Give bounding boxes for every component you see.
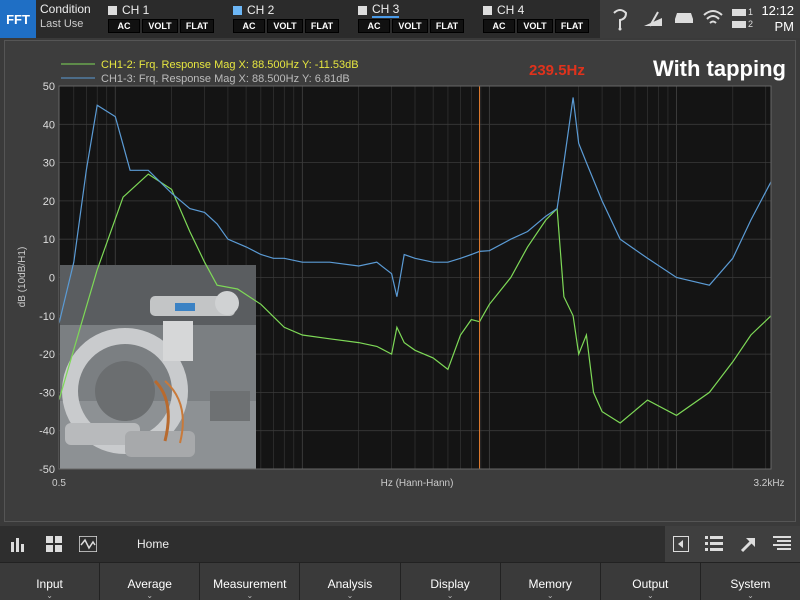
x-tick-max: 3.2kHz (753, 478, 784, 489)
marker-readout: 239.5Hz (529, 62, 585, 79)
menu-label: Display (430, 577, 470, 591)
y-tick-label: 30 (43, 158, 55, 170)
grid-icon[interactable] (46, 536, 62, 552)
condition-sub: Last Use (40, 18, 84, 30)
touch-icon[interactable] (610, 7, 630, 31)
drive-icon[interactable] (674, 11, 694, 25)
waveform-icon[interactable] (79, 536, 97, 552)
coupling-button[interactable]: AC (108, 19, 140, 33)
battery-icon: 1 2 (732, 6, 753, 30)
unit-button[interactable]: VOLT (142, 19, 178, 33)
battery-label-1: 1 (748, 7, 754, 17)
channel-checkbox[interactable] (233, 5, 242, 15)
frequency-response-chart[interactable]: 50 40 30 20 10 0 -10 -20 -30 -40 -50 CH1-2: Frq. R… (5, 41, 795, 521)
y-tick-label: -20 (39, 349, 55, 361)
filter-button[interactable]: FLAT (180, 19, 214, 33)
menu-label: System (730, 577, 771, 591)
condition-title: Condition (40, 2, 91, 16)
filter-button[interactable]: FLAT (305, 19, 339, 33)
channel-label: CH 3 (372, 2, 400, 18)
condition-selector[interactable]: Condition Last Use (40, 2, 102, 36)
channel-label: CH 2 (247, 3, 275, 17)
legend-entry-2: CH1-3: Frq. Response Mag X: 88.500Hz Y: … (101, 73, 350, 85)
channel-checkbox[interactable] (108, 5, 117, 15)
menu-display[interactable]: Display ⌄ (401, 563, 501, 600)
menu-label: Average (127, 577, 172, 591)
y-tick-label: 10 (43, 234, 55, 246)
y-tick-label: -30 (39, 387, 55, 399)
chevron-down-icon: ⌄ (446, 591, 454, 600)
chevron-down-icon: ⌄ (146, 591, 154, 600)
legend-entry-1: CH1-2: Frq. Response Mag X: 88.500Hz Y: … (101, 59, 359, 71)
home-button[interactable]: Home (137, 537, 169, 551)
channel-3[interactable]: CH 3 AC VOLT FLAT (358, 2, 482, 36)
unit-button[interactable]: VOLT (267, 19, 303, 33)
gauge-icon[interactable] (642, 8, 664, 30)
y-tick-label: 50 (43, 81, 55, 93)
menu-label: Memory (528, 577, 572, 591)
menu-label: Output (632, 577, 669, 591)
main-menu: Input ⌄ Average ⌄ Measurement ⌄ Analysis ⌄ D… (0, 562, 800, 600)
unit-button[interactable]: VOLT (517, 19, 553, 33)
menu-analysis[interactable]: Analysis ⌄ (300, 563, 401, 600)
channel-1[interactable]: CH 1 AC VOLT FLAT (108, 2, 232, 36)
menu-average[interactable]: Average ⌄ (100, 563, 201, 600)
mode-badge[interactable]: FFT (0, 0, 36, 38)
channel-checkbox[interactable] (358, 5, 367, 15)
y-tick-label: 0 (49, 273, 55, 285)
menu-output[interactable]: Output ⌄ (601, 563, 701, 600)
clock: 12:12 PM (761, 3, 794, 35)
x-axis-label: Hz (Hann-Hann) (381, 478, 454, 489)
bar-chart-icon[interactable] (10, 536, 28, 552)
channel-label: CH 1 (122, 3, 150, 17)
clock-time: 12:12 (761, 3, 794, 18)
y-tick-label: -40 (39, 426, 55, 438)
chart-panel: 50 40 30 20 10 0 -10 -20 -30 -40 -50 CH1-2: Frq. R… (4, 40, 796, 522)
menu-system[interactable]: System ⌄ (701, 563, 800, 600)
channel-2[interactable]: CH 2 AC VOLT FLAT (233, 2, 357, 36)
wifi-icon[interactable] (703, 9, 723, 27)
channel-label: CH 4 (497, 3, 525, 17)
clock-ampm: PM (774, 19, 795, 34)
channel-checkbox[interactable] (483, 5, 492, 15)
menu-measurement[interactable]: Measurement ⌄ (200, 563, 301, 600)
coupling-button[interactable]: AC (483, 19, 515, 33)
sub-toolbar: Home (0, 526, 800, 562)
coupling-button[interactable]: AC (233, 19, 265, 33)
chevron-down-icon: ⌄ (246, 591, 254, 600)
arrow-icon[interactable] (739, 535, 757, 553)
top-bar: FFT Condition Last Use CH 1 AC VOLT FLAT… (0, 0, 800, 38)
annotation-text: With tapping (653, 56, 786, 81)
chevron-down-icon: ⌄ (546, 591, 554, 600)
y-tick-label: 40 (43, 119, 55, 131)
y-tick-label: -10 (39, 311, 55, 323)
menu-label: Measurement (213, 577, 287, 591)
y-tick-label: 20 (43, 196, 55, 208)
chevron-down-icon: ⌄ (646, 591, 654, 600)
coupling-button[interactable]: AC (358, 19, 390, 33)
chevron-down-icon: ⌄ (747, 591, 754, 600)
sub-toolbar-right (665, 526, 800, 562)
status-area: 1 2 12:12 PM (600, 0, 800, 38)
chevron-down-icon: ⌄ (346, 591, 354, 600)
battery-label-2: 2 (748, 19, 754, 29)
y-axis-label: dB (10dB/H1) (17, 247, 28, 308)
filter-button[interactable]: FLAT (430, 19, 464, 33)
x-tick-min: 0.5 (52, 478, 66, 489)
channel-4[interactable]: CH 4 AC VOLT FLAT (483, 2, 607, 36)
settings-list-icon[interactable] (773, 535, 791, 553)
chevron-down-icon: ⌄ (46, 591, 53, 600)
list-icon[interactable] (705, 535, 723, 553)
menu-label: Analysis (327, 577, 373, 591)
menu-input[interactable]: Input ⌄ (0, 563, 101, 600)
collapse-left-icon[interactable] (673, 536, 689, 552)
menu-label: Input (36, 577, 63, 591)
filter-button[interactable]: FLAT (555, 19, 589, 33)
menu-memory[interactable]: Memory ⌄ (501, 563, 601, 600)
unit-button[interactable]: VOLT (392, 19, 428, 33)
y-tick-label: -50 (39, 464, 55, 476)
